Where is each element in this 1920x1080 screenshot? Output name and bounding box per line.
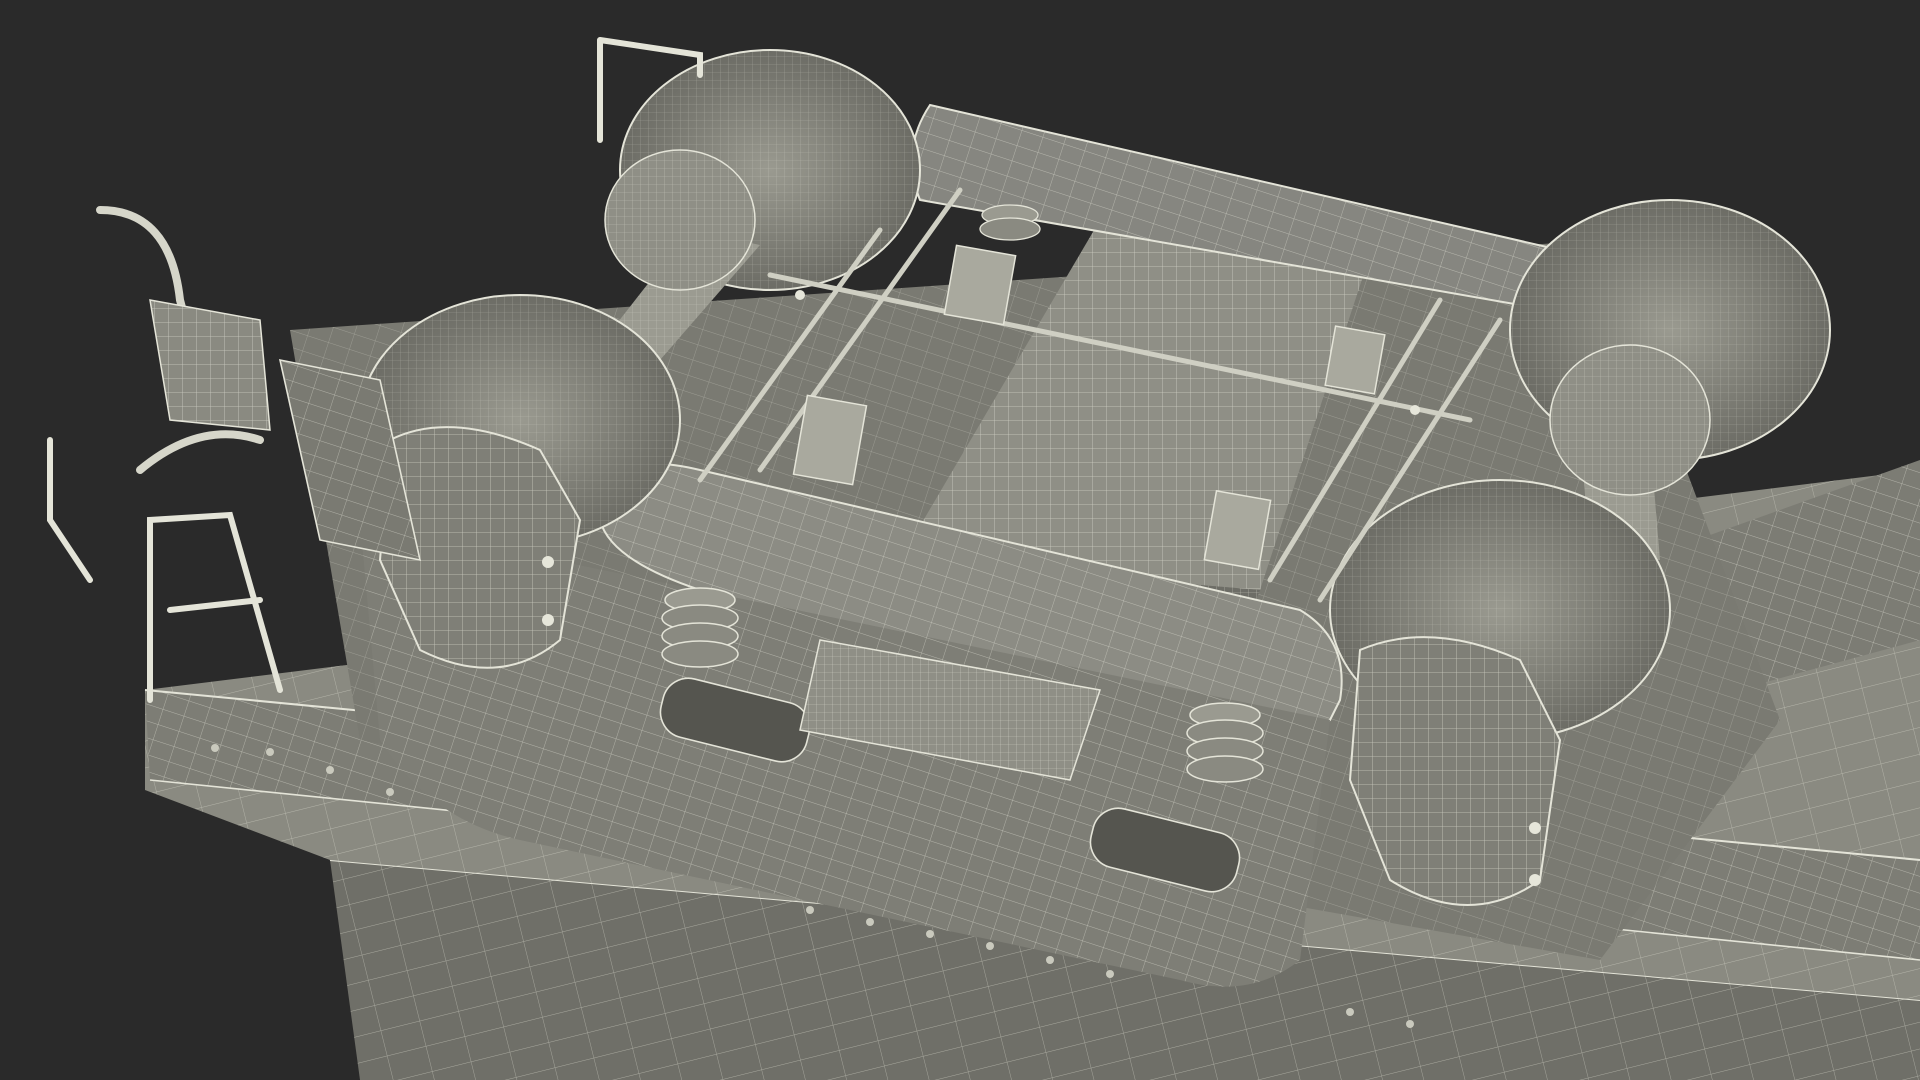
render-viewport <box>0 0 1920 1080</box>
bogie-wireframe-render <box>47 37 1920 1080</box>
brake-hose <box>149 299 271 431</box>
